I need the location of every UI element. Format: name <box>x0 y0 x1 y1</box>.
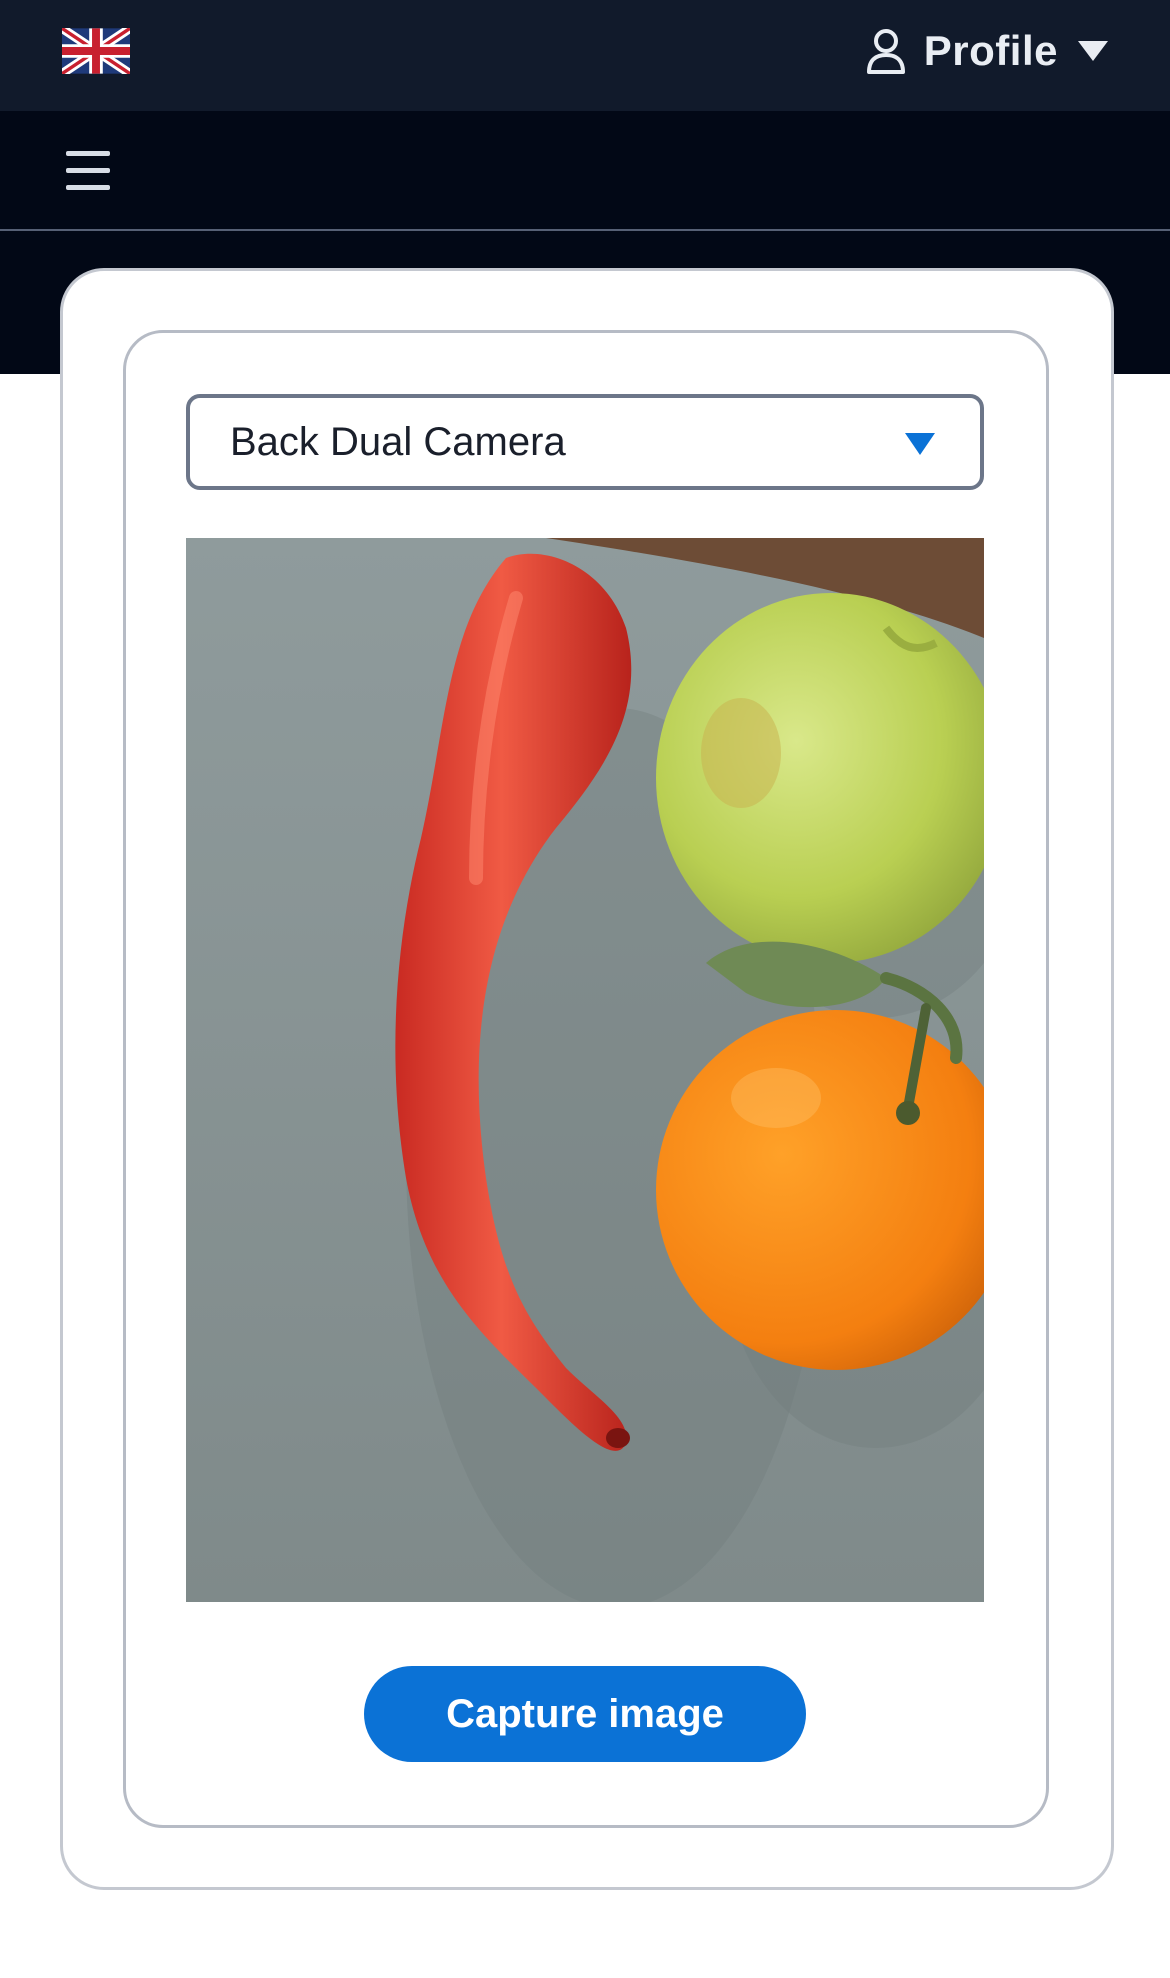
camera-select-value: Back Dual Camera <box>230 419 566 464</box>
camera-select[interactable]: Back Dual Camera <box>186 394 984 490</box>
hamburger-menu-icon[interactable] <box>66 151 114 191</box>
profile-label: Profile <box>923 27 1058 74</box>
profile-menu[interactable]: Profile <box>866 22 1110 80</box>
caret-down-icon <box>1078 41 1108 61</box>
camera-preview <box>186 538 984 1602</box>
uk-flag-icon[interactable] <box>62 28 130 74</box>
capture-image-button[interactable]: Capture image <box>364 1666 806 1762</box>
caret-down-icon <box>905 433 935 455</box>
top-bar: Profile <box>0 0 1170 111</box>
nav-bar <box>0 111 1170 231</box>
camera-feed-image <box>186 538 984 1602</box>
user-icon <box>866 29 905 74</box>
